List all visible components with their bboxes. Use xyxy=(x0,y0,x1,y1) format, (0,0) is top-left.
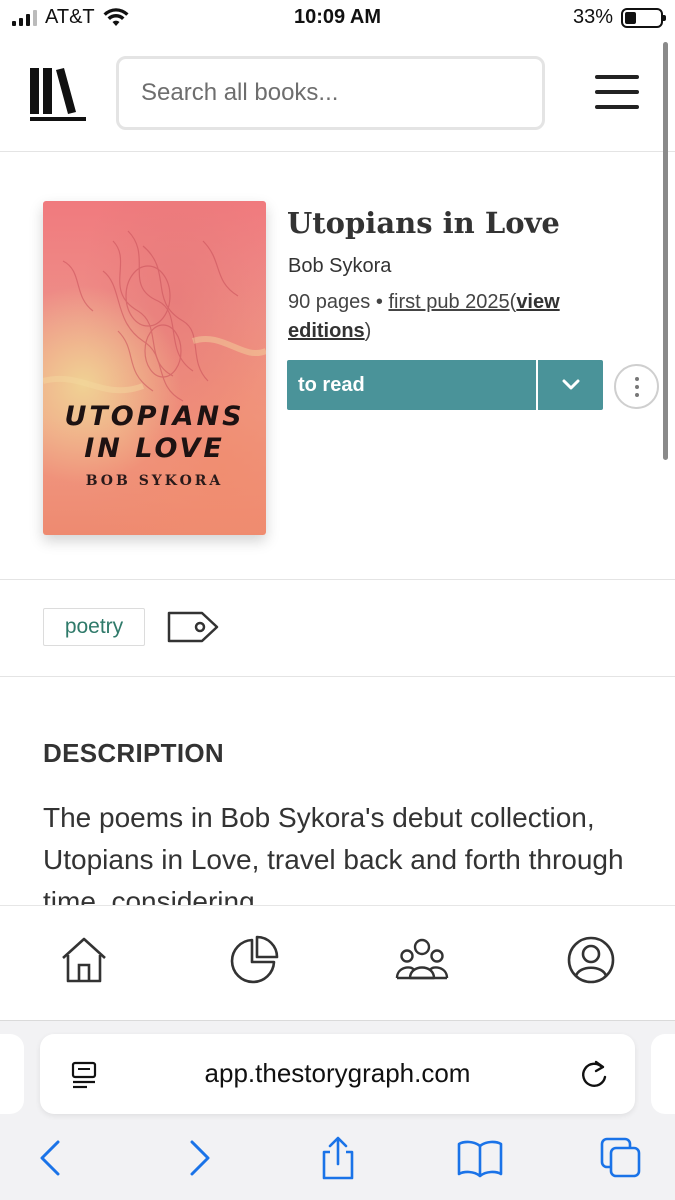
home-icon[interactable] xyxy=(58,934,110,986)
bookmarks-icon[interactable] xyxy=(456,1136,504,1180)
page-count: 90 pages xyxy=(288,291,371,313)
to-read-button[interactable]: to read xyxy=(287,360,536,410)
hamburger-menu-icon[interactable] xyxy=(595,75,639,111)
search-input[interactable] xyxy=(116,56,545,130)
battery-icon xyxy=(621,7,666,28)
profile-icon[interactable] xyxy=(565,934,617,986)
url-text[interactable]: app.thestorygraph.com xyxy=(40,1058,635,1089)
page-scrollbar[interactable] xyxy=(663,42,668,460)
book-author-link[interactable]: Bob Sykora xyxy=(288,255,391,278)
stats-pie-icon[interactable] xyxy=(228,934,280,986)
paren-close: ) xyxy=(364,320,372,342)
status-bar: AT&T 10:09 AM 33% xyxy=(0,0,675,38)
more-options-button[interactable] xyxy=(614,364,659,409)
divider xyxy=(0,579,675,580)
cover-title-line1: UTOPIANS xyxy=(64,401,245,432)
genre-tag[interactable]: poetry xyxy=(43,608,145,646)
divider xyxy=(0,676,675,677)
app-bottom-nav xyxy=(0,905,675,1021)
cover-author: BOB SYKORA xyxy=(85,473,224,489)
battery-percent: 33% xyxy=(572,6,613,28)
status-dropdown-button[interactable] xyxy=(538,360,603,410)
meta-separator: • xyxy=(375,291,383,313)
next-tab-preview[interactable] xyxy=(651,1034,675,1114)
storygraph-logo-icon[interactable] xyxy=(28,66,88,122)
address-bar[interactable]: app.thestorygraph.com xyxy=(40,1034,635,1114)
first-pub-link[interactable]: first pub 2025 xyxy=(388,291,509,313)
previous-tab-preview[interactable] xyxy=(0,1034,24,1114)
book-meta: 90 pages • first pub 2025(view editions) xyxy=(288,288,628,346)
battery-fill xyxy=(625,11,637,24)
book-cover[interactable]: UTOPIANS IN LOVE BOB SYKORA xyxy=(43,201,266,535)
book-title: Utopians in Love xyxy=(287,206,560,240)
chevron-down-icon xyxy=(562,379,579,390)
share-icon[interactable] xyxy=(316,1136,360,1180)
cover-title-line2: IN LOVE xyxy=(84,433,225,464)
reload-icon[interactable] xyxy=(578,1059,610,1091)
back-icon[interactable] xyxy=(30,1136,74,1180)
forward-icon[interactable] xyxy=(176,1136,220,1180)
description-heading: DESCRIPTION xyxy=(43,738,224,768)
tag-icon[interactable] xyxy=(166,609,220,645)
tabs-icon[interactable] xyxy=(599,1136,643,1180)
app-header xyxy=(0,40,675,152)
status-right: 33% xyxy=(572,6,666,29)
community-icon[interactable] xyxy=(394,934,450,986)
browser-chrome: app.thestorygraph.com xyxy=(0,1021,675,1200)
